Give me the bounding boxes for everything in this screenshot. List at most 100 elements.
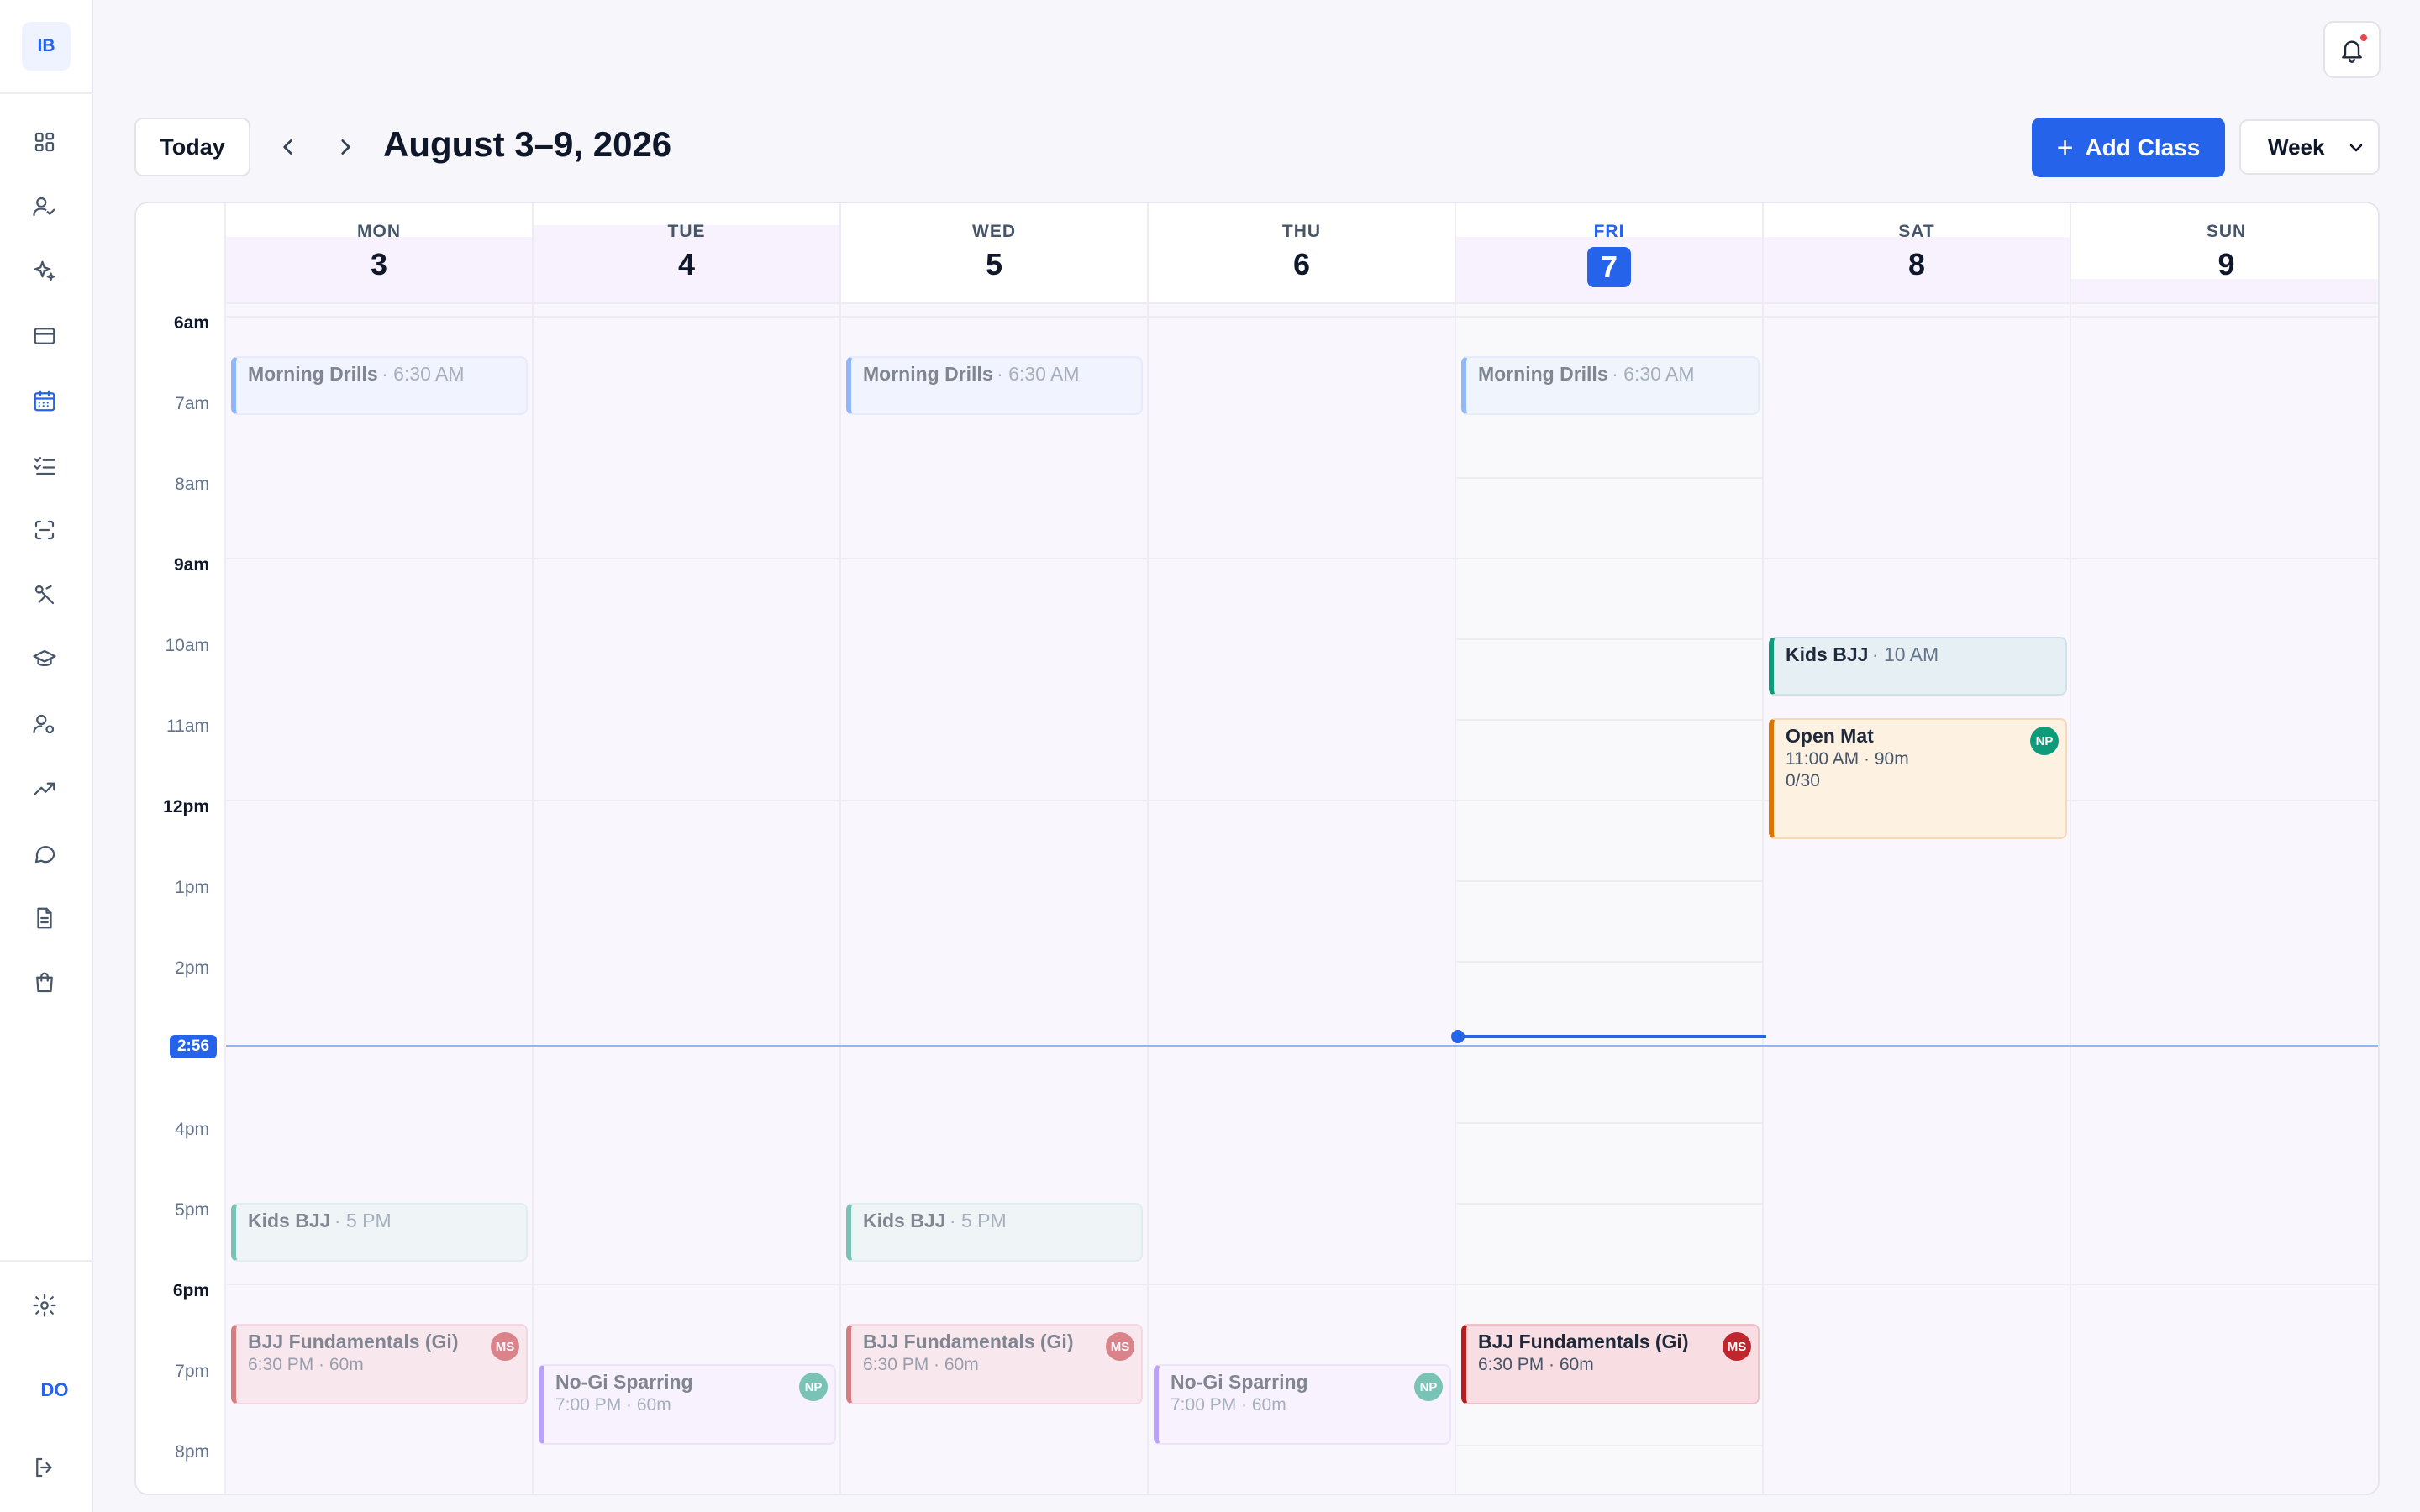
hour-line (1456, 1203, 1762, 1205)
day-header[interactable]: SAT 8 (1764, 203, 2070, 304)
nav-highlights[interactable] (20, 247, 69, 296)
day-column-tue[interactable]: TUE 4 (534, 203, 841, 1494)
event-title: BJJ Fundamentals (Gi) (1478, 1331, 1689, 1352)
view-select[interactable]: Week (2239, 119, 2380, 175)
day-header[interactable]: THU 6 (1149, 203, 1455, 304)
nav-documents[interactable] (20, 894, 69, 942)
day-name: TUE (667, 222, 706, 241)
day-number: 4 (677, 247, 696, 281)
event-kids-bjj[interactable]: Kids BJJ · 5 PM (846, 1203, 1143, 1262)
nav-settings[interactable] (20, 1281, 69, 1330)
instructor-avatar: MS (491, 1332, 519, 1361)
event-time: · 6:30 AM (381, 363, 465, 385)
day-number: 9 (2217, 247, 2235, 281)
event-time: 6:30 PM · 60m (248, 1355, 364, 1374)
event-no-gi-sparring[interactable]: No-Gi Sparring 7:00 PM · 60m NP (1154, 1364, 1451, 1445)
previous-week-button[interactable] (267, 126, 309, 168)
day-header[interactable]: MON 3 (226, 203, 532, 304)
event-bjj-fundamentals[interactable]: BJJ Fundamentals (Gi) 6:30 PM · 60m MS (231, 1324, 528, 1404)
event-bjj-fundamentals[interactable]: BJJ Fundamentals (Gi) 6:30 PM · 60m MS (846, 1324, 1143, 1404)
hour-line (1456, 477, 1762, 479)
event-time: · 5 PM (334, 1210, 392, 1231)
notifications-button[interactable] (2323, 21, 2381, 78)
nav-members[interactable] (20, 182, 69, 231)
event-bjj-fundamentals[interactable]: BJJ Fundamentals (Gi) 6:30 PM · 60m MS (1461, 1324, 1760, 1404)
hour-line (1456, 638, 1762, 640)
day-name: FRI (1593, 222, 1625, 241)
date-range-title: August 3–9, 2026 (383, 124, 672, 164)
documents-icon (37, 907, 52, 929)
event-time: 6:30 PM · 60m (1478, 1355, 1594, 1374)
instructor-avatar: MS (1106, 1332, 1134, 1361)
day-header[interactable]: WED 5 (841, 203, 1147, 304)
add-class-label: Add Class (2085, 134, 2201, 160)
day-number: 7 (1456, 247, 1762, 287)
event-morning-drills[interactable]: Morning Drills · 6:30 AM (846, 356, 1143, 415)
time-label: 6am (173, 313, 209, 333)
next-week-button[interactable] (324, 126, 366, 168)
day-number: 3 (370, 247, 388, 281)
day-column-thu[interactable]: THU 6 (1149, 203, 1456, 1494)
today-button[interactable]: Today (134, 118, 250, 176)
members-icon (33, 197, 55, 217)
event-title: Kids BJJ (863, 1210, 946, 1231)
nav-logout[interactable] (20, 1443, 69, 1492)
time-label: 7am (175, 394, 209, 413)
day-name: THU (1281, 222, 1322, 241)
brand-logo[interactable]: IB (22, 22, 71, 71)
nav-dashboard[interactable] (20, 118, 69, 166)
event-morning-drills[interactable]: Morning Drills · 6:30 AM (231, 356, 528, 415)
sidebar-divider (0, 92, 93, 94)
nav-staff[interactable] (20, 700, 69, 748)
time-label: 4pm (175, 1120, 209, 1139)
user-avatar[interactable]: DO (29, 1365, 80, 1415)
event-title: No-Gi Sparring (555, 1371, 693, 1393)
event-title: Open Mat (1786, 725, 1874, 747)
header-tint (2071, 279, 2378, 302)
time-label: 5pm (175, 1200, 209, 1220)
nav-shop[interactable] (20, 958, 69, 1007)
event-title: No-Gi Sparring (1171, 1371, 1308, 1393)
nav-analytics[interactable] (20, 764, 69, 813)
event-morning-drills[interactable]: Morning Drills · 6:30 AM (1461, 356, 1760, 415)
event-title: BJJ Fundamentals (Gi) (863, 1331, 1074, 1352)
event-kids-bjj[interactable]: Kids BJJ · 10 AM (1769, 637, 2067, 696)
sparkles-icon (34, 260, 55, 281)
instructor-avatar: NP (2030, 727, 2059, 755)
day-name: MON (357, 222, 401, 241)
event-time: · 10 AM (1871, 643, 1939, 665)
time-label: 9am (173, 555, 209, 575)
nav-techniques[interactable] (20, 570, 69, 619)
time-label: 2pm (175, 958, 209, 978)
event-title: BJJ Fundamentals (Gi) (248, 1331, 459, 1352)
nav-schedule[interactable] (20, 376, 69, 425)
event-time: · 5 PM (949, 1210, 1007, 1231)
nav-tasks[interactable] (20, 441, 69, 490)
day-column-sat[interactable]: SAT 8 (1764, 203, 2071, 1494)
day-column-sun[interactable]: SUN 9 (2071, 203, 2378, 1494)
day-header-today[interactable]: FRI 7 (1456, 203, 1762, 304)
event-no-gi-sparring[interactable]: No-Gi Sparring 7:00 PM · 60m NP (539, 1364, 836, 1445)
dashboard-icon (34, 132, 55, 152)
day-name: WED (972, 222, 1016, 241)
event-kids-bjj[interactable]: Kids BJJ · 5 PM (231, 1203, 528, 1262)
messages-icon (34, 846, 55, 864)
event-title: Kids BJJ (1786, 643, 1869, 665)
day-header[interactable]: SUN 9 (2071, 203, 2378, 304)
day-header[interactable]: TUE 4 (534, 203, 839, 304)
hour-line (226, 1284, 2378, 1285)
event-time: 7:00 PM · 60m (555, 1395, 671, 1415)
scan-icon (34, 520, 55, 540)
nav-programs[interactable] (20, 635, 69, 684)
time-label: 10am (165, 636, 209, 655)
event-time: · 6:30 AM (997, 363, 1080, 385)
nav-check-in[interactable] (20, 506, 69, 554)
time-label: 7pm (175, 1362, 209, 1381)
event-capacity: 0/30 (1786, 771, 1820, 790)
event-open-mat[interactable]: Open Mat 11:00 AM · 90m 0/30 NP (1769, 718, 2067, 839)
billing-icon (34, 328, 55, 344)
nav-billing[interactable] (20, 312, 69, 360)
nav-messages[interactable] (20, 829, 69, 878)
add-class-button[interactable]: + Add Class (2032, 118, 2225, 177)
event-title: Morning Drills (248, 363, 378, 385)
